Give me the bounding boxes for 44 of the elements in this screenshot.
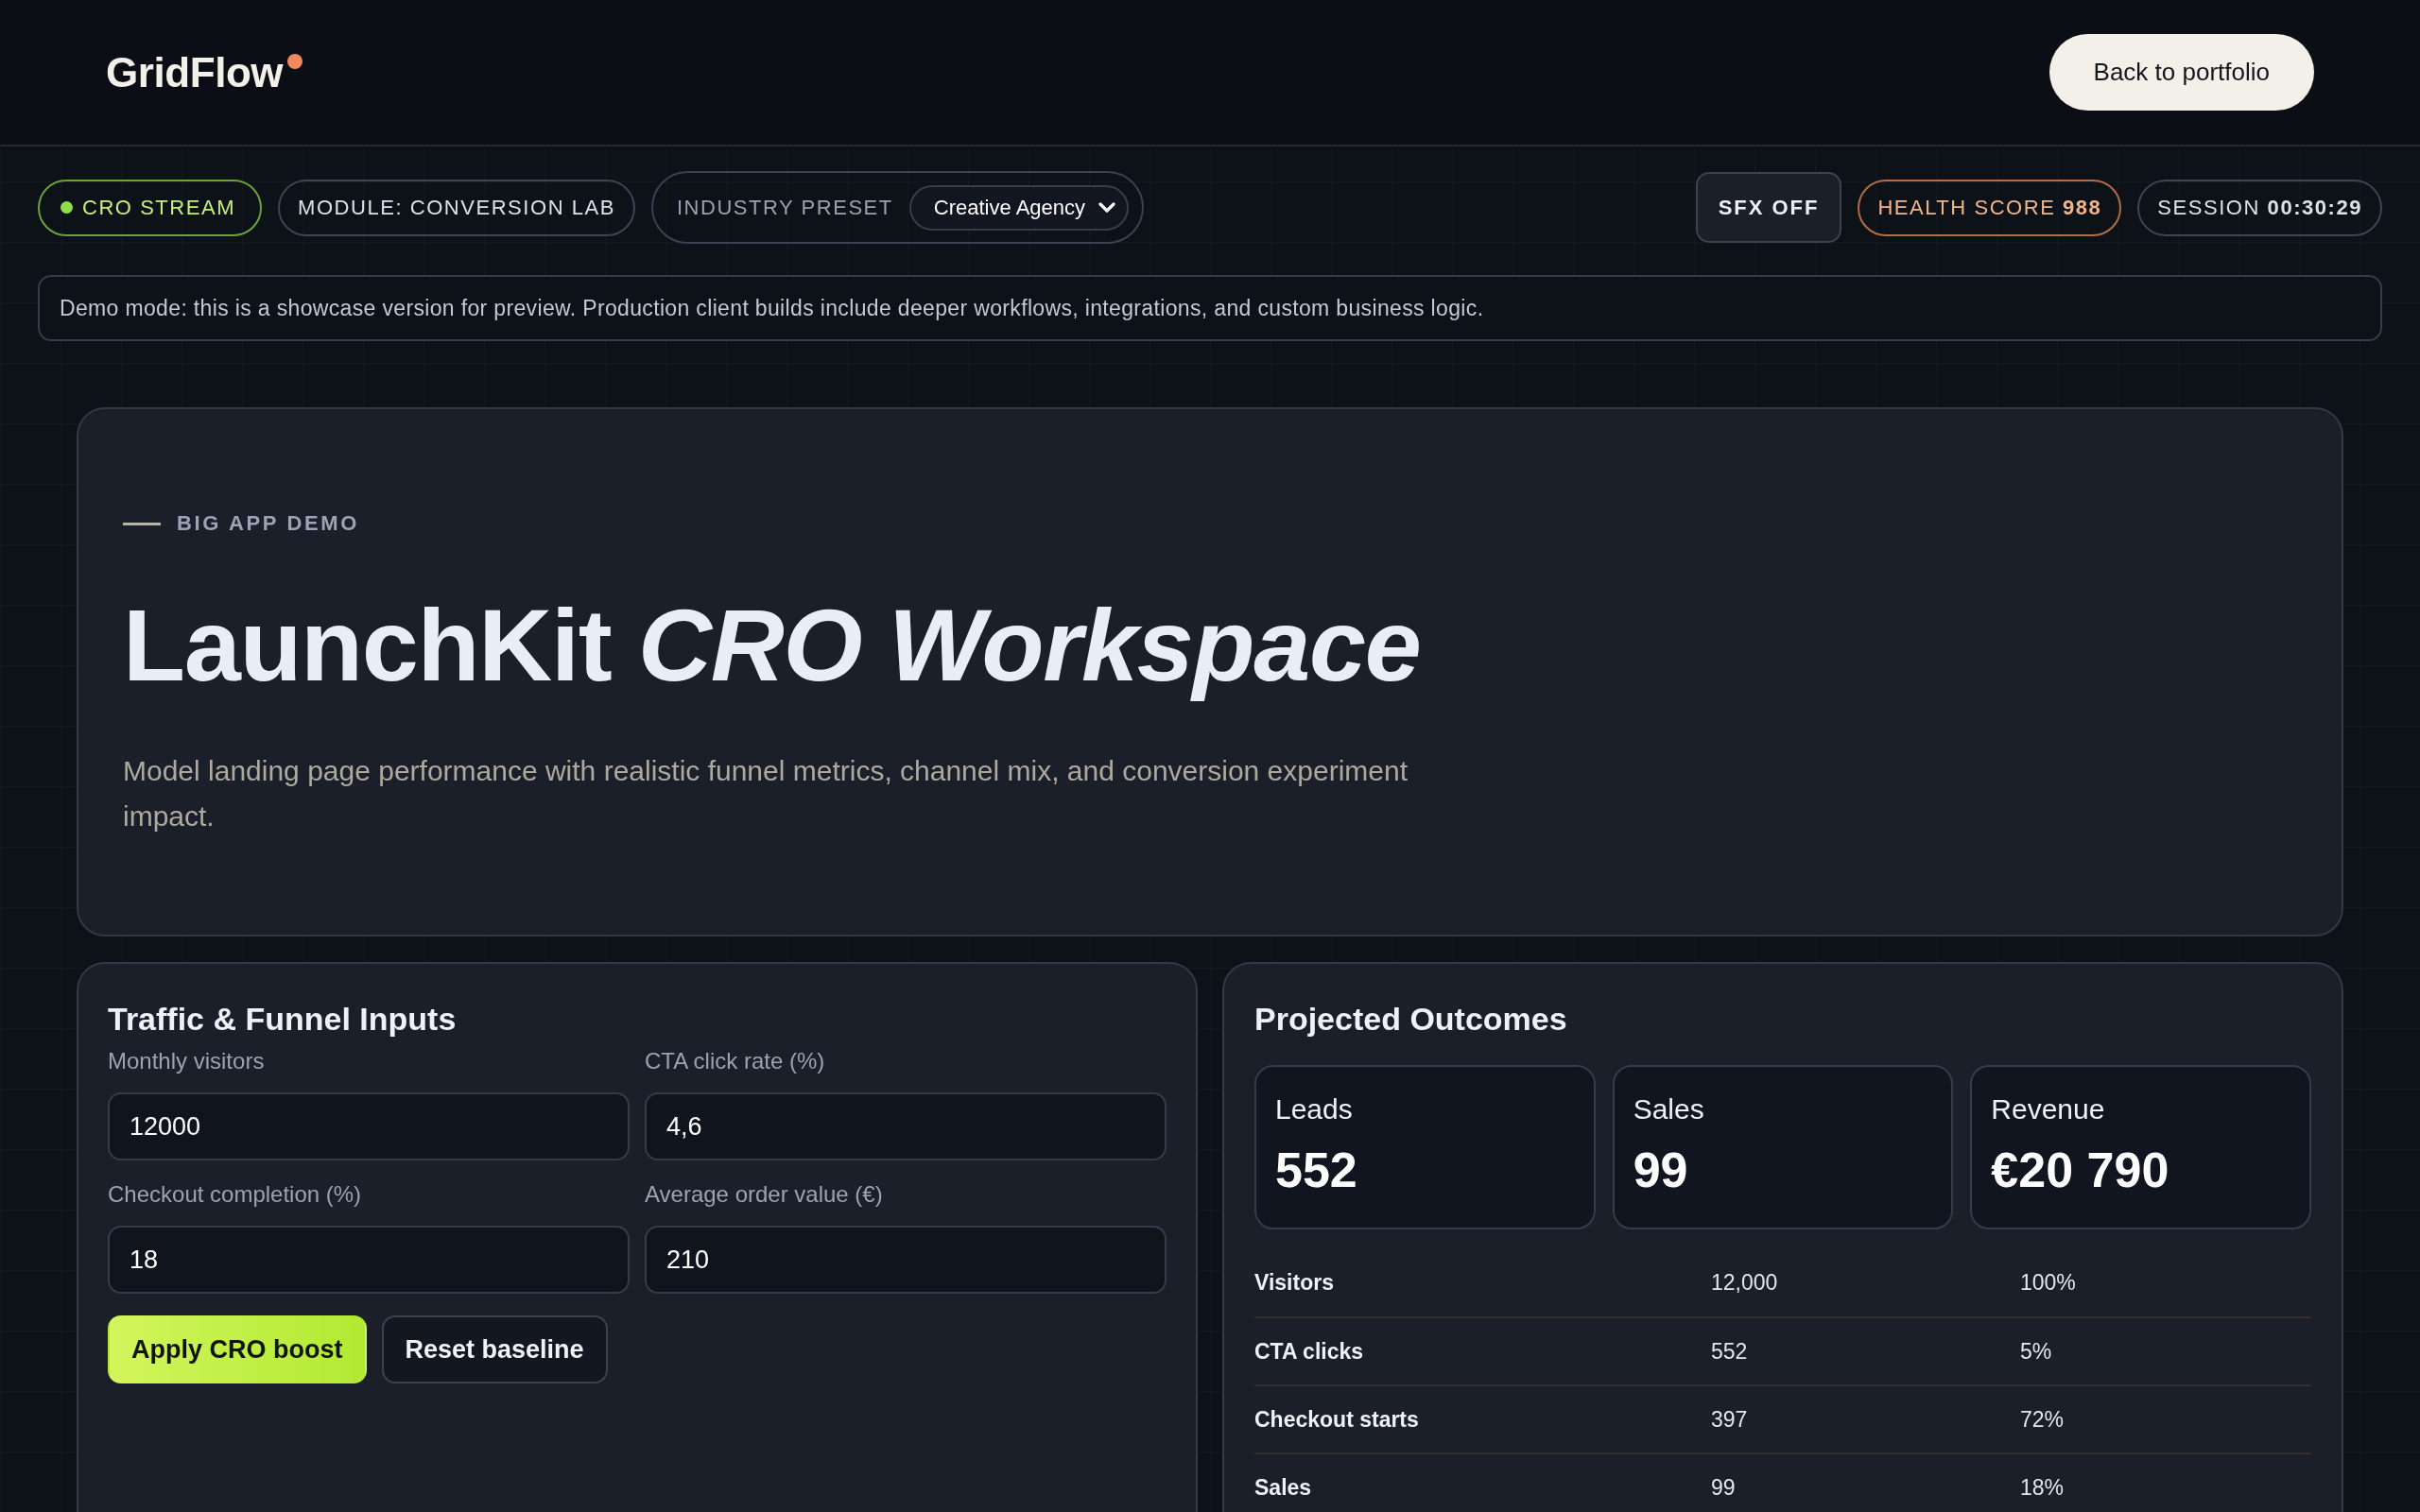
funnel-count: 99 xyxy=(1711,1473,1736,1502)
stat-value: €20 790 xyxy=(1991,1143,2169,1196)
funnel-share: 100% xyxy=(2020,1268,2076,1297)
funnel-stage: Visitors xyxy=(1254,1268,1334,1297)
stat-value: 99 xyxy=(1633,1143,1688,1196)
input-field[interactable]: 4,6 xyxy=(645,1092,1167,1160)
field-label: Checkout completion (%) xyxy=(108,1181,363,1208)
industry-preset-label: INDUSTRY PRESET xyxy=(676,195,893,221)
funnel-share: 18% xyxy=(2020,1473,2065,1502)
input-field[interactable]: 18 xyxy=(108,1226,630,1294)
stat-label: Leads xyxy=(1275,1092,1353,1126)
demo-notice-text: Demo mode: this is a showcase version for preview. Production client builds include deeper workflows, integrations, and custom business logic. xyxy=(60,294,1484,322)
status-label: CRO STREAM xyxy=(82,195,236,221)
panel-title: Projected Outcomes xyxy=(1254,1000,1568,1038)
hero-subtitle: Model landing page performance with realistic funnel metrics, channel mix, and conversion experiment impact. xyxy=(123,754,1409,833)
input-field[interactable]: 12000 xyxy=(108,1092,630,1160)
funnel-share: 5% xyxy=(2020,1337,2052,1366)
funnel-share: 72% xyxy=(2020,1405,2065,1434)
funnel-stage: Checkout starts xyxy=(1254,1405,1419,1434)
back-to-portfolio-button[interactable]: Back to portfolio xyxy=(2048,34,2314,111)
stat-label: Sales xyxy=(1633,1092,1704,1126)
funnel-count: 12,000 xyxy=(1711,1268,1778,1297)
reset-baseline-button[interactable]: Reset baseline xyxy=(381,1315,608,1383)
status-chip: SESSION 00:30:29 xyxy=(2137,179,2382,236)
input-field[interactable]: 210 xyxy=(645,1226,1167,1294)
field-label: CTA click rate (%) xyxy=(645,1048,826,1074)
stat-label: Revenue xyxy=(1991,1092,2105,1126)
chevron-down-icon xyxy=(1098,201,1115,214)
hero-title: LaunchKit CRO Workspace xyxy=(123,587,1421,704)
status-chip: MODULE: CONVERSION LAB xyxy=(278,179,635,236)
stat-value: 552 xyxy=(1275,1143,1357,1196)
panel-title: Traffic & Funnel Inputs xyxy=(108,1000,458,1038)
funnel-stage: Sales xyxy=(1254,1473,1312,1502)
sfx-toggle-button[interactable]: SFX OFF xyxy=(1695,172,1842,243)
funnel-count: 397 xyxy=(1711,1405,1748,1434)
funnel-stage: CTA clicks xyxy=(1254,1337,1364,1366)
field-label: Monthly visitors xyxy=(108,1048,266,1074)
funnel-count: 552 xyxy=(1711,1337,1748,1366)
logo-wordmark: GridFlow xyxy=(106,51,284,94)
status-chip: HEALTH SCORE 988 xyxy=(1858,179,2122,236)
field-label: Average order value (€) xyxy=(645,1181,884,1208)
hero-eyebrow: BIG APP DEMO xyxy=(177,510,360,537)
industry-select[interactable]: Creative Agency xyxy=(908,184,1129,231)
apply-boost-button[interactable]: Apply CRO boost xyxy=(108,1315,367,1383)
